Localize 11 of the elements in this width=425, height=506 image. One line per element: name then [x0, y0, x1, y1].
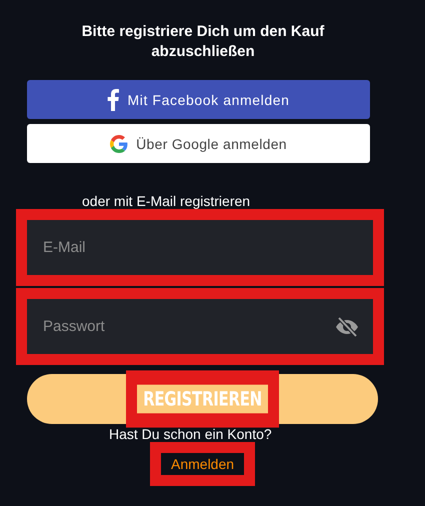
google-login-button[interactable]: Über Google anmelden — [27, 124, 370, 163]
facebook-f-icon — [107, 88, 120, 110]
page-title: Bitte registriere Dich um den Kauf abzuschließen — [80, 22, 326, 62]
facebook-login-button[interactable]: Mit Facebook anmelden — [27, 80, 370, 119]
password-field[interactable]: Passwort — [27, 299, 373, 354]
account-prompt: Hast Du schon ein Konto? — [109, 426, 272, 442]
email-signup-caption: oder mit E-Mail registrieren — [82, 193, 250, 209]
login-link[interactable]: Anmelden — [150, 442, 256, 486]
google-g-icon — [110, 134, 128, 152]
email-field[interactable]: E-Mail — [27, 220, 373, 275]
eye-slash-icon[interactable] — [335, 315, 359, 339]
